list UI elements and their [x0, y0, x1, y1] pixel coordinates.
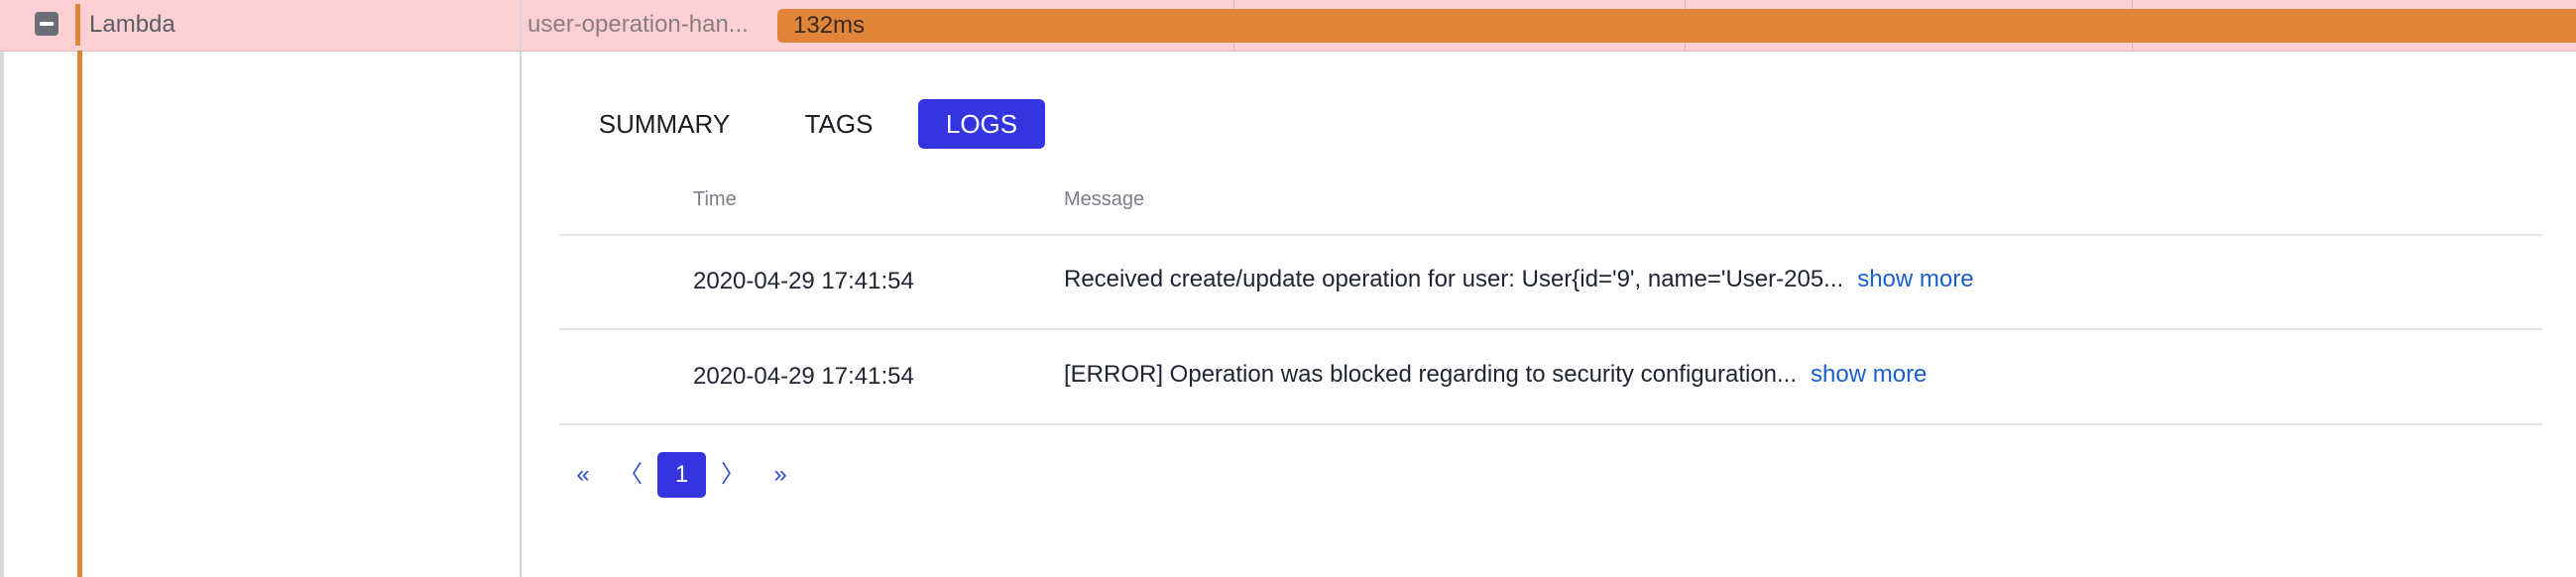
column-divider	[520, 0, 522, 577]
log-time: 2020-04-29 17:41:54	[693, 268, 914, 294]
operation-name: user-operation-han...	[527, 11, 749, 38]
column-header-message: Message	[1064, 188, 1145, 210]
prev-page-button[interactable]: 〈	[616, 458, 645, 492]
service-color-marker	[75, 4, 80, 46]
span-tree-line	[77, 51, 82, 577]
tab-logs[interactable]: LOGS	[918, 99, 1045, 149]
span-duration-label: 132ms	[793, 12, 866, 39]
service-name: Lambda	[89, 11, 176, 38]
span-duration-bar[interactable]	[777, 9, 2576, 43]
show-more-link[interactable]: show more	[1857, 266, 1973, 292]
table-divider	[559, 423, 2542, 425]
first-page-button[interactable]: «	[568, 458, 598, 492]
log-message: [ERROR] Operation was blocked regarding …	[1064, 361, 1798, 388]
page-1-button[interactable]: 1	[657, 452, 706, 498]
log-message-row-1: Received create/update operation for use…	[1064, 266, 1974, 293]
tab-tags[interactable]: TAGS	[789, 99, 888, 149]
table-divider	[559, 234, 2542, 236]
log-message-row-2: [ERROR] Operation was blocked regarding …	[1064, 361, 1927, 389]
collapse-icon[interactable]	[35, 12, 59, 36]
column-header-time: Time	[693, 188, 737, 210]
show-more-link[interactable]: show more	[1811, 361, 1927, 388]
span-row[interactable]: Lambda user-operation-han... 132ms	[0, 0, 2576, 52]
last-page-button[interactable]: »	[765, 458, 795, 492]
next-page-button[interactable]: 〉	[718, 458, 748, 492]
table-divider	[559, 328, 2542, 330]
log-time: 2020-04-29 17:41:54	[693, 363, 914, 390]
log-message: Received create/update operation for use…	[1064, 266, 1844, 292]
left-border	[0, 0, 4, 577]
tab-summary[interactable]: SUMMARY	[581, 99, 748, 149]
